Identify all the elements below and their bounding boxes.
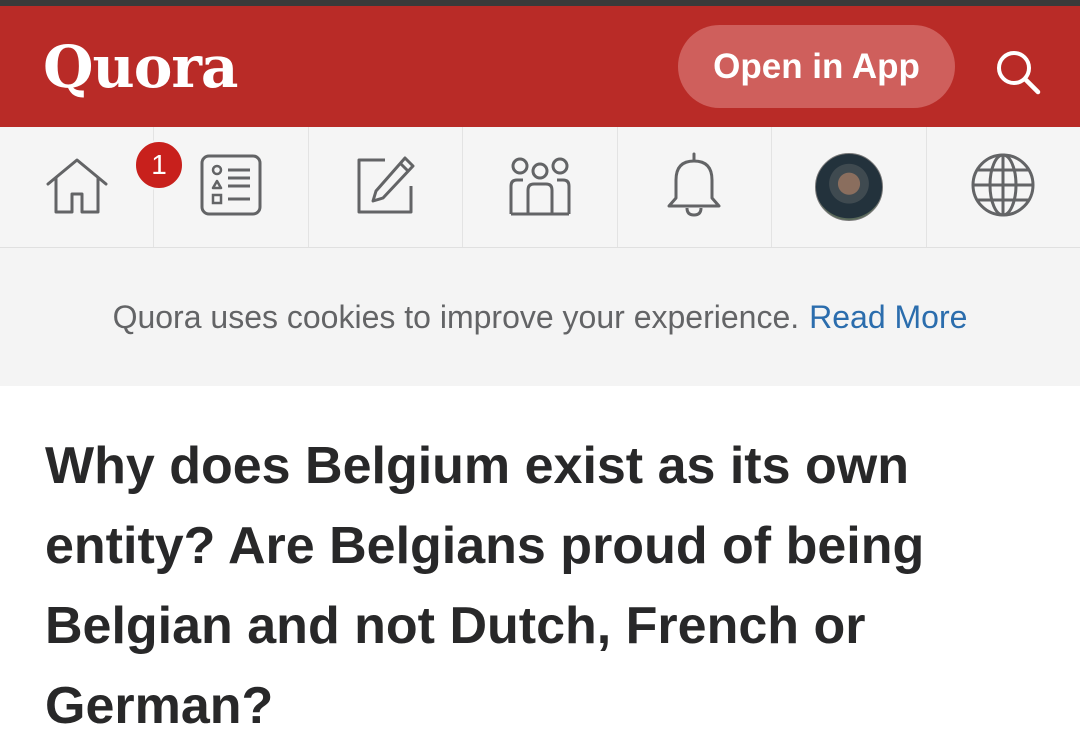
cookie-banner: Quora uses cookies to improve your exper… <box>0 248 1080 386</box>
nav-language[interactable] <box>927 127 1080 247</box>
people-icon <box>507 154 573 221</box>
nav-spaces[interactable] <box>463 127 618 247</box>
app-header: Quora Open in App <box>0 6 1080 127</box>
list-icon <box>200 154 262 221</box>
quora-logo[interactable]: Quora <box>43 32 239 102</box>
nav-notifications[interactable] <box>618 127 773 247</box>
question-title[interactable]: Why does Belgium exist as its own entity… <box>0 386 1080 746</box>
nav-write[interactable] <box>309 127 464 247</box>
bell-icon <box>664 152 724 223</box>
search-icon[interactable] <box>990 44 1046 100</box>
open-in-app-button[interactable]: Open in App <box>678 25 955 108</box>
avatar <box>814 153 883 221</box>
nav-answer[interactable] <box>154 127 309 247</box>
nav-profile[interactable] <box>772 127 927 247</box>
home-icon <box>44 154 110 221</box>
nav-home[interactable]: 1 <box>0 127 184 247</box>
pencil-square-icon <box>355 154 417 221</box>
read-more-link[interactable]: Read More <box>809 299 967 336</box>
nav-bar: 1 <box>0 127 1080 248</box>
globe-icon <box>970 152 1036 223</box>
cookie-text: Quora uses cookies to improve your exper… <box>112 298 800 335</box>
